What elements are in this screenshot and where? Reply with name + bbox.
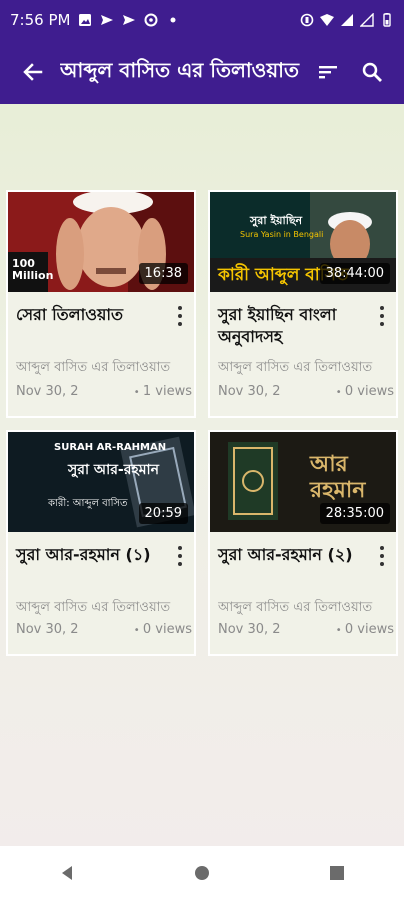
wifi-icon (320, 13, 334, 27)
video-title[interactable]: সুরা আর-রহমান (২) (218, 544, 368, 566)
video-title[interactable]: সুরা আর-রহমান (১) (16, 544, 166, 566)
home-circle-icon[interactable] (172, 851, 232, 895)
speed-icon (144, 13, 158, 27)
send-icon (122, 13, 136, 27)
signal-icon (340, 13, 354, 27)
more-options-icon[interactable] (374, 306, 390, 326)
recents-square-icon[interactable] (307, 851, 367, 895)
thumb-overlay-text: SURAH AR-RAHMAN (54, 442, 167, 453)
channel-name: আব্দুল বাসিত এর তিলাওয়াত (218, 600, 373, 615)
video-card[interactable]: SURAH AR-RAHMAN সুরা আর-রহমান কারী: আব্দ… (6, 430, 196, 656)
video-card[interactable]: 100 Million 16:38 সেরা তিলাওয়াত আব্দুল … (6, 190, 196, 418)
status-bar: 7:56 PM (0, 0, 404, 40)
video-thumbnail[interactable]: 100 Million 16:38 (8, 192, 194, 292)
video-card[interactable]: আর রহমান 28:35:00 সুরা আর-রহমান (২) আব্দ… (208, 430, 398, 656)
channel-name: আব্দুল বাসিত এর তিলাওয়াত (218, 360, 373, 375)
search-icon[interactable] (350, 50, 394, 94)
video-thumbnail[interactable]: সুরা ইয়াছিন Sura Yasin in Bengali কারী … (210, 192, 396, 292)
video-date: Nov 30, 2 (218, 384, 281, 399)
video-views: 1 views (134, 384, 192, 399)
send-icon (100, 13, 114, 27)
thumb-sub: সুরা আর-রহমান (68, 462, 159, 478)
video-views: 0 views (336, 384, 394, 399)
video-date: Nov 30, 2 (16, 384, 79, 399)
battery-icon (380, 13, 394, 27)
video-thumbnail[interactable]: SURAH AR-RAHMAN সুরা আর-রহমান কারী: আব্দ… (8, 432, 194, 532)
channel-name: আব্দুল বাসিত এর তিলাওয়াত (16, 360, 171, 375)
video-title[interactable]: সুরা ইয়াছিন বাংলা অনুবাদসহ (218, 304, 368, 348)
video-meta: Nov 30, 2 0 views (218, 384, 394, 399)
video-date: Nov 30, 2 (16, 622, 79, 637)
channel-name: আব্দুল বাসিত এর তিলাওয়াত (16, 600, 171, 615)
app-bar: আব্দুল বাসিত এর তিলাওয়াত (0, 40, 404, 104)
duration-badge: 38:44:00 (319, 263, 390, 284)
thumb-overlay-text: 100 Million (12, 257, 54, 282)
duration-badge: 16:38 (138, 263, 188, 284)
sort-icon[interactable] (306, 50, 350, 94)
thumb-caption: কারী: আব্দুল বাসিত (48, 498, 128, 509)
video-views: 0 views (336, 622, 394, 637)
back-arrow-icon[interactable] (10, 50, 54, 94)
video-date: Nov 30, 2 (218, 622, 281, 637)
video-title[interactable]: সেরা তিলাওয়াত (16, 304, 166, 326)
back-triangle-icon[interactable] (37, 851, 97, 895)
duration-badge: 20:59 (138, 503, 188, 524)
page-title: আব্দুল বাসিত এর তিলাওয়াত (60, 57, 299, 82)
thumb-overlay-text: আর রহমান (310, 452, 366, 503)
duration-badge: 28:35:00 (319, 503, 390, 524)
video-thumbnail[interactable]: আর রহমান 28:35:00 (210, 432, 396, 532)
more-options-icon[interactable] (172, 546, 188, 566)
status-time: 7:56 PM (10, 11, 71, 29)
image-icon (78, 13, 92, 27)
more-options-icon[interactable] (172, 306, 188, 326)
video-meta: Nov 30, 2 0 views (218, 622, 394, 637)
video-meta: Nov 30, 2 0 views (16, 622, 192, 637)
system-nav-bar (0, 846, 404, 900)
more-options-icon[interactable] (374, 546, 390, 566)
video-meta: Nov 30, 2 1 views (16, 384, 192, 399)
video-card[interactable]: সুরা ইয়াছিন Sura Yasin in Bengali কারী … (208, 190, 398, 418)
thumb-caption: Sura Yasin in Bengali (240, 230, 324, 239)
dot-icon (166, 13, 180, 27)
thumb-overlay-text: সুরা ইয়াছিন (250, 214, 303, 227)
signal-icon (360, 13, 374, 27)
video-grid: 100 Million 16:38 সেরা তিলাওয়াত আব্দুল … (6, 190, 398, 656)
video-views: 0 views (134, 622, 192, 637)
vibrate-icon (300, 13, 314, 27)
